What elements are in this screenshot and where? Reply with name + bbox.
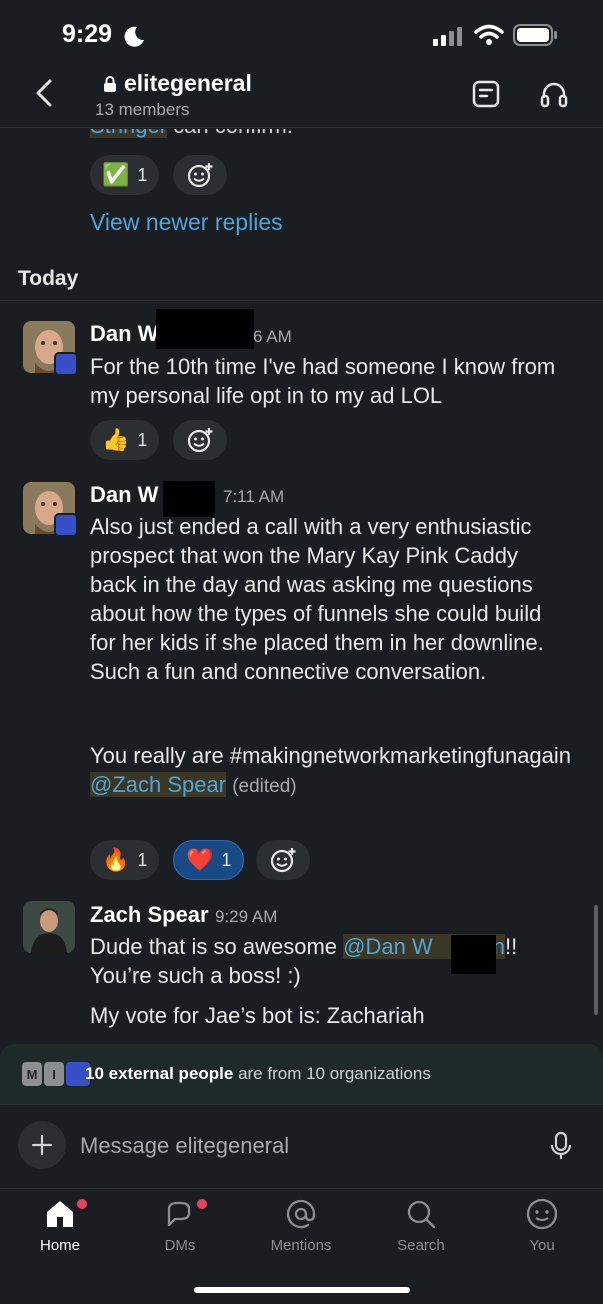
partial-message-text: Stringer can confirm! — [90, 129, 293, 139]
external-people-text: 10 external people are from 10 organizat… — [85, 1064, 431, 1083]
add-reaction-button[interactable] — [173, 155, 227, 195]
tab-label: Mentions — [270, 1237, 332, 1254]
external-people-banner[interactable]: M I 10 external people are from 10 organ… — [0, 1044, 603, 1104]
add-reaction-button[interactable] — [173, 420, 227, 460]
reaction-count: 1 — [137, 429, 148, 450]
day-label: Today — [18, 267, 79, 290]
redaction-bar — [156, 309, 254, 349]
status-bar: 9:29 — [0, 0, 603, 64]
search-icon — [407, 1200, 436, 1229]
wifi-icon — [474, 24, 504, 45]
tab-search[interactable]: Search — [371, 1197, 471, 1267]
check-emoji-icon: ✅ — [102, 162, 130, 187]
reaction-pill[interactable]: 🔥 1 — [90, 840, 160, 880]
lock-icon — [104, 75, 116, 92]
thumbs-up-emoji-icon: 👍 — [102, 427, 130, 452]
message-text: My vote for Jae’s bot is: Zachariah — [90, 1003, 425, 1028]
moon-icon — [124, 26, 144, 47]
org-badge-icon — [54, 513, 78, 537]
channel-title[interactable]: elitegeneral — [103, 70, 252, 97]
battery-icon — [513, 24, 557, 46]
org-badge-icon — [54, 352, 78, 376]
tab-label: You — [529, 1237, 555, 1254]
scrollbar[interactable] — [594, 905, 598, 1015]
microphone-icon[interactable] — [548, 1131, 574, 1161]
org-avatars: M I — [22, 1062, 92, 1086]
message-feed[interactable]: Stringer can confirm! ✅ 1 View newer rep… — [0, 129, 603, 1044]
edited-label: (edited) — [232, 776, 297, 797]
tab-home[interactable]: Home — [10, 1197, 110, 1267]
message-text: For the 10th time I've had someone I kno… — [90, 354, 556, 408]
avatar[interactable] — [23, 901, 75, 953]
fire-emoji-icon: 🔥 — [102, 847, 130, 872]
plus-icon — [31, 1134, 53, 1156]
reaction-pill-selected[interactable]: ❤️ 1 — [173, 840, 245, 880]
headphones-icon[interactable] — [538, 78, 570, 110]
reaction-count: 1 — [221, 849, 232, 870]
message-time: 6 AM — [253, 327, 292, 346]
sender-name[interactable]: Dan W — [90, 321, 158, 347]
signal-icon — [433, 27, 462, 46]
message-time: 7:11 AM — [223, 487, 285, 506]
tab-you[interactable]: You — [492, 1197, 592, 1267]
you-icon — [526, 1198, 558, 1230]
back-chevron-icon[interactable] — [32, 78, 58, 108]
add-emoji-icon — [187, 163, 213, 188]
message-text: You’re such a boss! :) — [90, 963, 301, 988]
org-avatar: I — [44, 1062, 64, 1086]
add-emoji-icon — [187, 428, 213, 453]
reaction-count: 1 — [137, 849, 148, 870]
dms-icon — [167, 1201, 191, 1227]
view-newer-replies-link[interactable]: View newer replies — [90, 209, 283, 236]
home-indicator — [194, 1287, 410, 1293]
org-avatar: M — [22, 1062, 42, 1086]
member-count[interactable]: 13 members — [95, 100, 189, 120]
tab-label: Home — [39, 1237, 80, 1254]
channel-name: elitegeneral — [124, 70, 252, 96]
notification-badge — [75, 1197, 89, 1211]
message-time: 9:29 AM — [215, 907, 278, 926]
reaction-pill[interactable]: ✅ 1 — [90, 155, 160, 195]
attach-button[interactable] — [18, 1121, 66, 1169]
sender-name[interactable]: Zach Spear — [90, 902, 209, 928]
user-mention[interactable]: Stringer — [90, 129, 168, 138]
sender-name[interactable]: Dan W — [90, 482, 158, 508]
tab-dms[interactable]: DMs — [130, 1197, 230, 1267]
tab-bar: Home DMs Mentions Search You — [0, 1188, 603, 1304]
tab-label: DMs — [164, 1237, 196, 1254]
home-icon — [47, 1201, 73, 1227]
reaction-count: 1 — [137, 164, 148, 185]
message-composer — [0, 1104, 603, 1188]
message-text: Also just ended a call with a very enthu… — [90, 514, 544, 684]
day-divider: Today — [0, 263, 603, 301]
status-time: 9:29 — [62, 20, 113, 48]
reaction-pill[interactable]: 👍 1 — [90, 420, 160, 460]
message-input[interactable] — [80, 1129, 520, 1163]
add-reaction-button[interactable] — [256, 840, 310, 880]
heart-emoji-icon: ❤️ — [186, 847, 214, 872]
user-mention[interactable]: @Zach Spear — [90, 772, 227, 797]
tab-label: Search — [397, 1237, 445, 1254]
message-text: Dude that is so awesome @Dan Wn!! — [90, 934, 518, 959]
canvas-icon[interactable] — [470, 78, 502, 110]
channel-header: elitegeneral 13 members — [0, 64, 603, 128]
add-emoji-icon — [270, 848, 296, 873]
tab-mentions[interactable]: Mentions — [251, 1197, 351, 1267]
notification-badge — [195, 1197, 209, 1211]
mentions-icon — [286, 1199, 316, 1229]
message-text: You really are #makingnetworkmarketingfu… — [90, 743, 572, 797]
